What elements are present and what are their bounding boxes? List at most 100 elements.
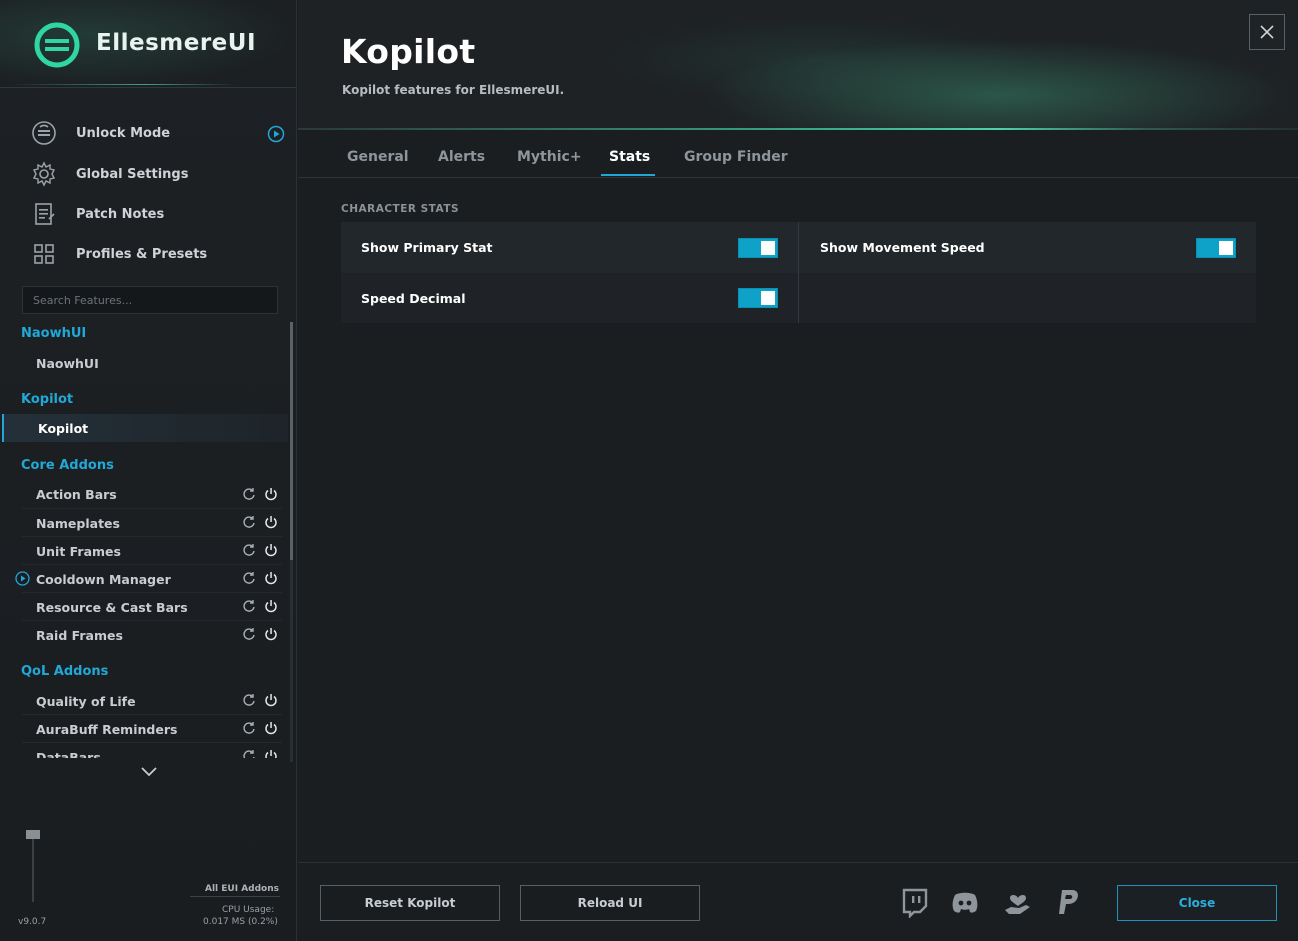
nav-profiles-presets[interactable]: Profiles & Presets [30,239,290,269]
show-primary-stat-toggle[interactable] [738,238,778,258]
addon-actions [242,571,282,587]
option-label: Show Movement Speed [820,240,985,255]
tab-general[interactable]: General [347,149,409,165]
close-window-button[interactable] [1249,14,1285,50]
reload-icon[interactable] [242,599,256,613]
nav-label: Unlock Mode [76,125,171,141]
active-tab-indicator [601,174,655,176]
discord-icon[interactable] [949,886,981,918]
gear-icon [30,160,58,188]
scale-slider-track[interactable] [32,836,34,902]
page-title: Kopilot [341,32,476,71]
reload-icon[interactable] [242,627,256,641]
group-title-core-addons[interactable]: Core Addons [21,458,114,473]
reload-icon[interactable] [242,487,256,501]
close-button[interactable]: Close [1117,885,1277,921]
row-divider [22,714,282,715]
sidebar-item-action-bars[interactable]: Action Bars [36,487,117,502]
sidebar-item-quality-of-life[interactable]: Quality of Life [36,694,136,709]
sidebar-item-aurabuff-reminders[interactable]: AuraBuff Reminders [36,722,177,737]
row-divider [22,620,282,621]
close-icon [1260,25,1274,39]
tab-group-finder[interactable]: Group Finder [684,149,788,165]
reload-icon[interactable] [242,543,256,557]
toggle-knob [761,291,775,305]
option-label: Speed Decimal [361,291,466,306]
tab-mythic-plus[interactable]: Mythic+ [517,149,582,165]
power-icon[interactable] [264,515,278,529]
main-panel: Kopilot Kopilot features for EllesmereUI… [298,0,1298,941]
reload-icon[interactable] [242,749,256,758]
sidebar-item-unit-frames[interactable]: Unit Frames [36,544,121,559]
reload-ui-button[interactable]: Reload UI [520,885,700,921]
addon-actions [242,721,282,737]
cpu-usage-label: CPU Usage: [222,905,275,915]
nav-global-settings[interactable]: Global Settings [30,159,290,189]
row-divider [22,536,282,537]
power-icon[interactable] [264,749,278,758]
power-icon[interactable] [264,721,278,735]
sidebar-item-naowhui[interactable]: NaowhUI [36,356,99,371]
speed-decimal-toggle[interactable] [738,288,778,308]
section-title: CHARACTER STATS [341,203,460,215]
power-icon[interactable] [264,627,278,641]
version-label: v9.0.7 [18,917,47,927]
power-icon[interactable] [264,693,278,707]
column-divider [798,222,799,323]
nav-unlock-mode[interactable]: Unlock Mode [30,118,290,148]
options-panel: Show Primary Stat Show Movement Speed Sp… [341,222,1256,323]
addon-actions [242,515,282,531]
power-icon[interactable] [264,571,278,585]
row-divider [22,592,282,593]
reset-kopilot-button[interactable]: Reset Kopilot [320,885,500,921]
reload-icon[interactable] [242,571,256,585]
addon-actions [242,749,282,758]
chevron-down-icon[interactable] [140,766,158,778]
grid-icon [30,240,58,268]
group-title-kopilot[interactable]: Kopilot [21,392,73,407]
addon-actions [242,693,282,709]
footer-divider [190,896,280,897]
sidebar-item-nameplates[interactable]: Nameplates [36,516,120,531]
toggle-knob [761,241,775,255]
tab-bar: General Alerts Mythic+ Stats Group Finde… [298,140,1298,178]
sidebar-item-raid-frames[interactable]: Raid Frames [36,628,123,643]
toggle-knob [1219,241,1233,255]
addon-actions [242,627,282,643]
paypal-icon[interactable] [1053,886,1085,918]
sidebar-item-resource-cast-bars[interactable]: Resource & Cast Bars [36,600,188,615]
donate-heart-icon[interactable] [1002,886,1034,918]
reload-icon[interactable] [242,721,256,735]
twitch-icon[interactable] [899,886,931,918]
sidebar-item-kopilot[interactable]: Kopilot [2,414,288,442]
page-subtitle: Kopilot features for EllesmereUI. [342,83,565,97]
row-divider [22,564,282,565]
nav-label: Patch Notes [76,206,165,222]
app-name: EllesmereUI [96,30,257,56]
power-icon[interactable] [264,487,278,501]
search-input[interactable] [22,286,278,314]
power-icon[interactable] [264,599,278,613]
sidebar-scrollbar-thumb[interactable] [290,322,293,560]
reload-icon[interactable] [242,693,256,707]
play-circle-icon[interactable] [267,125,285,143]
footer-divider [298,862,1298,863]
sidebar-item-cooldown-manager[interactable]: Cooldown Manager [36,572,171,587]
tab-alerts[interactable]: Alerts [438,149,485,165]
clipped-row: DataBars [0,748,288,758]
play-circle-icon[interactable] [15,571,30,586]
sidebar-item-databars[interactable]: DataBars [36,750,101,758]
all-addons-label: All EUI Addons [205,884,280,894]
nav-label: Global Settings [76,166,189,182]
cpu-usage-value: 0.017 MS (0.2%) [203,917,278,927]
power-icon[interactable] [264,543,278,557]
tab-stats[interactable]: Stats [609,149,650,165]
group-title-naowhui[interactable]: NaowhUI [21,326,86,341]
group-title-qol-addons[interactable]: QoL Addons [21,664,108,679]
show-movement-speed-toggle[interactable] [1196,238,1236,258]
addon-actions [242,543,282,559]
nav-patch-notes[interactable]: Patch Notes [30,199,290,229]
scale-slider-thumb[interactable] [26,830,40,839]
logo-divider [10,84,236,85]
reload-icon[interactable] [242,515,256,529]
